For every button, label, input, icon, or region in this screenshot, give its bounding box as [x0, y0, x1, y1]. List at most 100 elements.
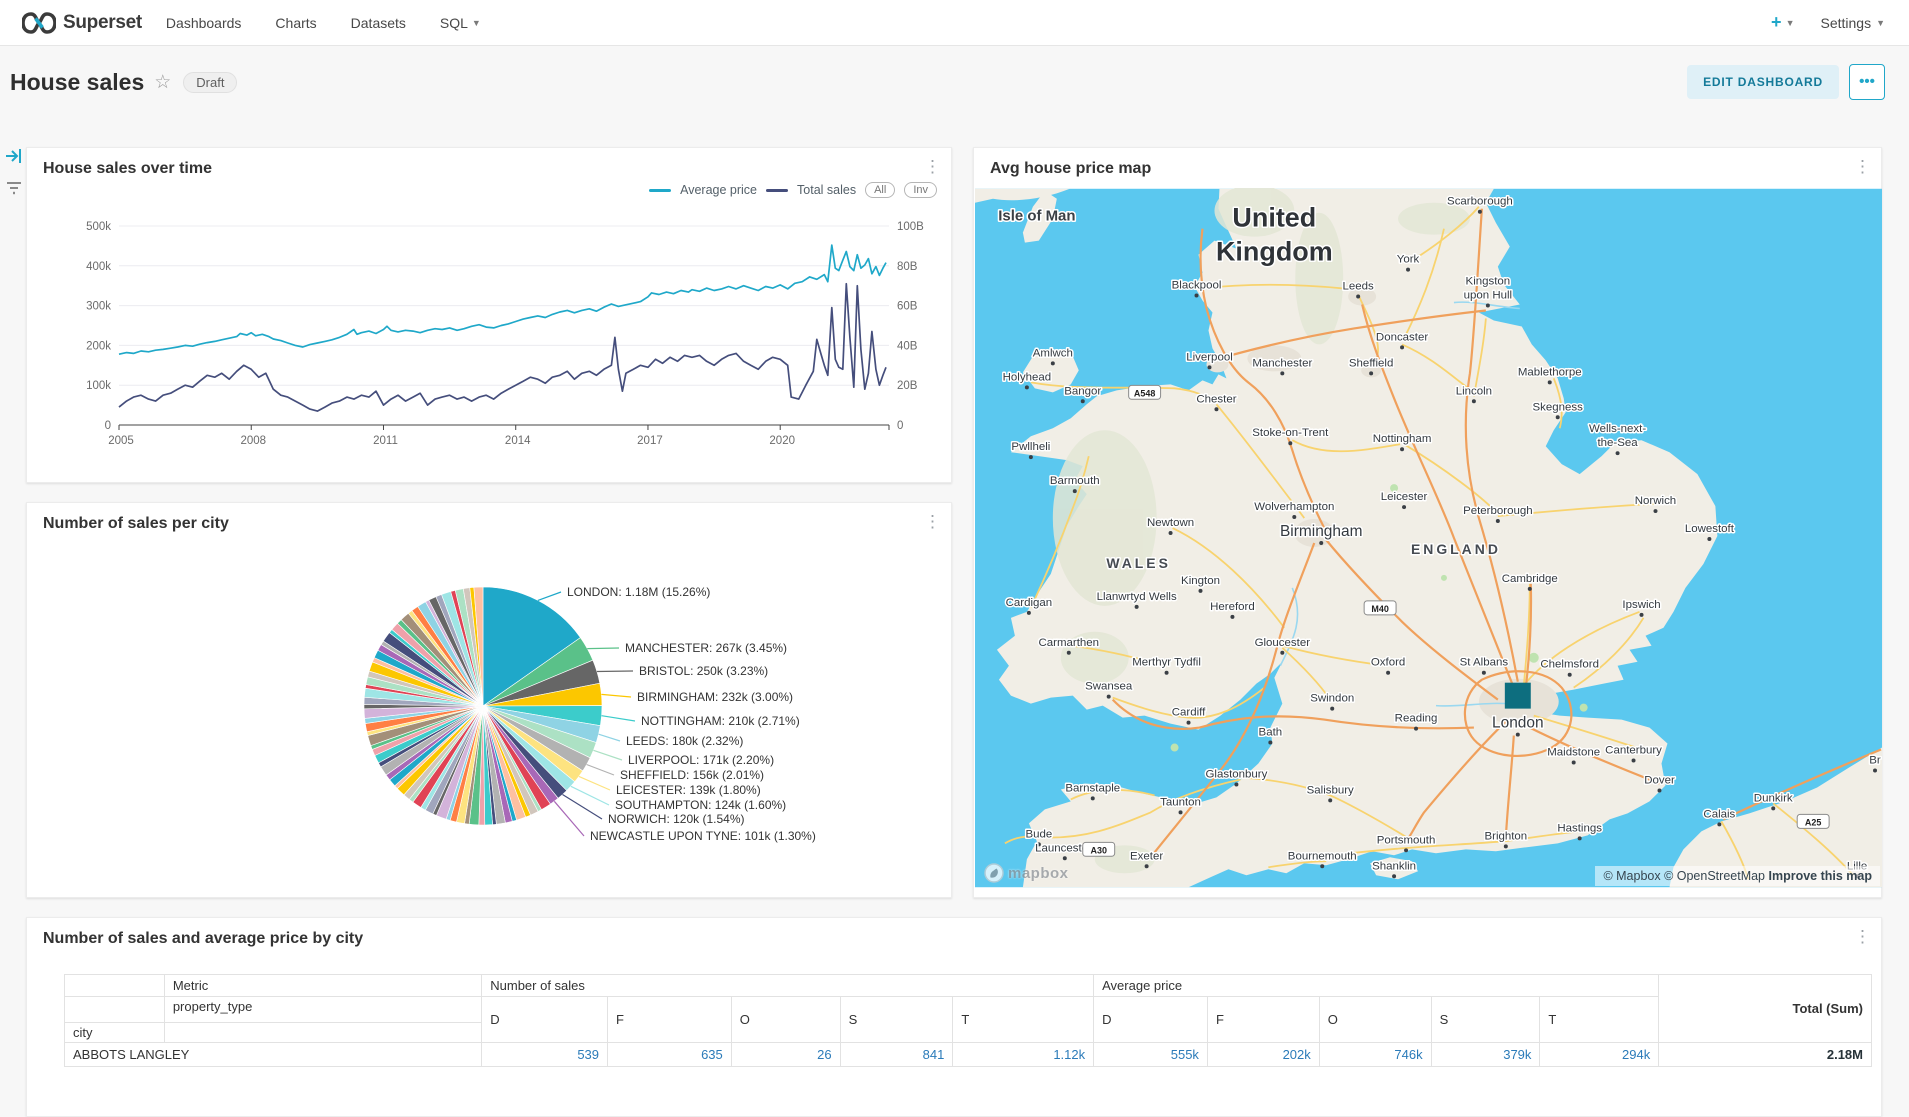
map-city-label: Kington: [1181, 575, 1220, 587]
edit-dashboard-button[interactable]: EDIT DASHBOARD: [1687, 65, 1839, 99]
map-city-label: Newtown: [1147, 517, 1194, 529]
property-type-col-F[interactable]: F: [1207, 997, 1319, 1043]
sales-value[interactable]: 539: [482, 1043, 608, 1067]
map-city-label: Pwllheli: [1011, 441, 1050, 453]
mapbox-wordmark: mapbox: [1008, 865, 1069, 882]
pie-label: LONDON: 1.18M (15.26%): [567, 585, 710, 599]
map-city-dot: [1179, 810, 1183, 814]
map-city-dot: [1568, 673, 1572, 677]
mapbox-logo[interactable]: mapbox: [984, 863, 1069, 883]
map-city-label: Glastonbury: [1206, 768, 1268, 780]
filter-icon[interactable]: [5, 180, 23, 196]
map-city-dot: [1632, 759, 1636, 763]
price-value[interactable]: 746k: [1319, 1043, 1431, 1067]
series-line-average-price[interactable]: [119, 245, 886, 354]
map-city-dot: [1578, 836, 1582, 840]
y-axis-right-tick: 0: [897, 420, 903, 432]
nav-item-dashboards[interactable]: Dashboards: [166, 15, 242, 31]
map-city-dot: [1288, 441, 1292, 445]
improve-map-link[interactable]: Improve this map: [1769, 869, 1873, 883]
property-type-col-O[interactable]: O: [1319, 997, 1431, 1043]
nav-item-charts[interactable]: Charts: [275, 15, 316, 31]
sales-value[interactable]: 841: [840, 1043, 953, 1067]
sales-value[interactable]: 1.12k: [953, 1043, 1094, 1067]
nav-item-datasets[interactable]: Datasets: [351, 15, 406, 31]
pie-label: LEEDS: 180k (2.32%): [626, 734, 743, 748]
pie-chart-canvas[interactable]: LONDON: 1.18M (15.26%)MANCHESTER: 267k (…: [27, 503, 953, 899]
map-city-dot: [1292, 515, 1296, 519]
pie-label-leader: [587, 648, 619, 649]
map-city-label: Stoke-on-Trent: [1252, 427, 1329, 439]
superset-logo[interactable]: Superset: [22, 12, 142, 34]
map-city-dot: [1207, 365, 1211, 369]
map-city-dot: [1081, 399, 1085, 403]
property-type-col-S[interactable]: S: [840, 997, 953, 1043]
y-axis-left-tick: 0: [105, 420, 111, 432]
page-title: House sales: [10, 69, 144, 96]
map-city-label: Bangor: [1064, 385, 1101, 397]
map-city-label: Salisbury: [1307, 784, 1354, 796]
chart-menu-icon[interactable]: ⋮: [1854, 158, 1871, 176]
map-city-dot: [1230, 615, 1234, 619]
property-type-col-D[interactable]: D: [482, 997, 608, 1043]
price-value[interactable]: 202k: [1207, 1043, 1319, 1067]
price-value[interactable]: 555k: [1094, 1043, 1208, 1067]
price-value[interactable]: 379k: [1431, 1043, 1540, 1067]
map-city-dot: [1268, 741, 1272, 745]
map-city-dot: [1504, 844, 1508, 848]
map-city-dot: [1169, 531, 1173, 535]
metric-header: Metric: [164, 975, 481, 997]
x-axis-tick-label: 2017: [637, 435, 663, 447]
series-line-total-sales[interactable]: [119, 284, 886, 411]
pie-label-leader: [601, 694, 631, 697]
price-value[interactable]: 294k: [1540, 1043, 1659, 1067]
nav-item-sql[interactable]: SQL ▼: [440, 15, 481, 31]
map-region-label: WALES: [1106, 555, 1171, 571]
chart-menu-icon[interactable]: ⋮: [1854, 928, 1871, 946]
map-city-dot: [1319, 541, 1323, 545]
new-item-button[interactable]: + ▼: [1771, 12, 1794, 33]
map-city-label: Barmouth: [1050, 475, 1100, 487]
expand-filter-bar-icon[interactable]: [5, 148, 23, 164]
property-type-col-F[interactable]: F: [608, 997, 732, 1043]
chevron-down-icon: ▼: [472, 18, 481, 28]
pie-label: NEWCASTLE UPON TYNE: 101k (1.30%): [590, 829, 816, 843]
map-road-badge-label: A30: [1091, 845, 1107, 855]
map-city-label: Portsmouth: [1377, 834, 1436, 846]
uk-map-canvas[interactable]: UnitedKingdomIsle of ManWALESENGLANDScar…: [975, 188, 1882, 888]
sales-value[interactable]: 635: [608, 1043, 732, 1067]
property-type-col-D[interactable]: D: [1094, 997, 1208, 1043]
pie-label-leader: [554, 801, 584, 836]
sales-value[interactable]: 26: [731, 1043, 840, 1067]
map-city-label: Birmingham: [1280, 523, 1362, 540]
attribution-text[interactable]: © Mapbox © OpenStreetMap: [1603, 869, 1765, 883]
map-city-dot: [1478, 210, 1482, 214]
property-type-col-O[interactable]: O: [731, 997, 840, 1043]
property-type-col-T[interactable]: T: [953, 997, 1094, 1043]
map-city-label: Kingston: [1466, 276, 1511, 288]
favorite-star-icon[interactable]: ☆: [154, 71, 171, 94]
map-city-label: Shanklin: [1372, 860, 1416, 872]
map-city-dot: [1091, 796, 1095, 800]
map-city-label: Calais: [1703, 808, 1735, 820]
pie-label: SHEFFIELD: 156k (2.01%): [620, 768, 764, 782]
map-city-dot: [1195, 294, 1199, 298]
map-city-dot: [1051, 361, 1055, 365]
pie-label: LIVERPOOL: 171k (2.20%): [628, 753, 774, 767]
map-city-label: Norwich: [1635, 495, 1676, 507]
dashboard-more-button[interactable]: •••: [1849, 64, 1885, 100]
map-city-label: Wells-next-: [1589, 423, 1646, 435]
map-city-label: Liverpool: [1186, 351, 1233, 363]
map-city-dot: [1330, 707, 1334, 711]
row-total-value: 2.18M: [1659, 1043, 1872, 1067]
map-city-dot: [1472, 399, 1476, 403]
map-city-dot: [1135, 605, 1139, 609]
map-marker-london[interactable]: [1505, 683, 1531, 709]
property-type-col-T[interactable]: T: [1540, 997, 1659, 1043]
settings-menu[interactable]: Settings ▼: [1820, 15, 1885, 31]
map-city-label: Lincoln: [1456, 385, 1492, 397]
map-road-badge-label: A548: [1134, 388, 1155, 398]
map-city-label: Swansea: [1085, 681, 1133, 693]
line-chart-canvas[interactable]: 00100k20B200k40B300k60B400k80B500k100B20…: [27, 148, 953, 484]
property-type-col-S[interactable]: S: [1431, 997, 1540, 1043]
